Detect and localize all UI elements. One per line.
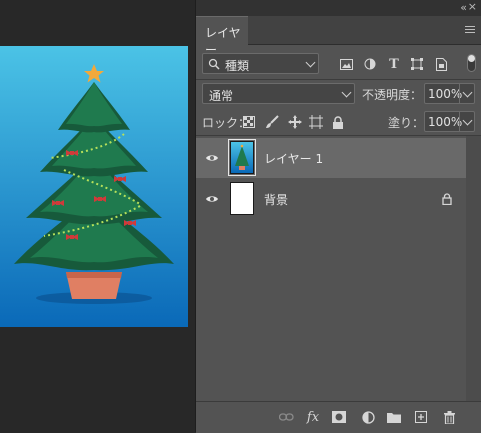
layer-name[interactable]: 背景 [264, 191, 288, 208]
opacity-value: 100% [428, 87, 463, 101]
chevron-down-icon [341, 87, 352, 98]
lock-image-icon[interactable] [264, 114, 280, 130]
new-layer-icon[interactable] [413, 409, 429, 425]
lock-row: ロック： 塗り： 100% [196, 110, 481, 134]
blend-mode-dropdown[interactable]: 通常 [202, 83, 355, 104]
filter-toggle-icon[interactable] [467, 54, 476, 72]
layer-thumbnail [230, 182, 254, 215]
shape-filter-icon[interactable] [409, 56, 425, 72]
chevron-down-icon [462, 87, 473, 98]
tab-layers[interactable]: レイヤー [196, 16, 248, 57]
chevron-down-icon [462, 115, 473, 126]
layer-row-background[interactable]: 背景 [196, 179, 466, 219]
lock-all-icon[interactable] [330, 114, 346, 130]
lock-position-icon[interactable] [287, 114, 303, 130]
document-canvas-area [0, 0, 195, 432]
layer-row-layer-1[interactable]: レイヤー 1 [196, 138, 466, 178]
adjustment-icon[interactable] [360, 409, 376, 425]
layers-bottom-toolbar: fx [196, 401, 481, 433]
chevron-down-icon [305, 57, 316, 68]
double-chevron-icon[interactable]: « [460, 1, 467, 14]
filter-kind-value: 種類 [225, 59, 250, 73]
lock-icon[interactable] [442, 193, 452, 205]
type-filter-icon[interactable]: T [386, 56, 402, 72]
layers-scrollbar[interactable] [466, 136, 481, 401]
layer-thumbnail [228, 139, 256, 176]
link-icon[interactable] [278, 409, 294, 425]
blend-mode-value: 通常 [209, 89, 234, 103]
eye-icon[interactable] [206, 193, 218, 205]
opacity-label: 不透明度： [362, 88, 423, 102]
layer-name[interactable]: レイヤー 1 [264, 150, 323, 167]
fill-value: 100% [428, 115, 463, 129]
image-filter-icon[interactable] [338, 56, 354, 72]
opacity-input[interactable]: 100% [424, 83, 475, 104]
eye-icon[interactable] [206, 152, 218, 164]
christmas-tree-artwork [0, 46, 188, 327]
layers-list: レイヤー 1 背景 [196, 136, 466, 401]
close-icon[interactable]: × [468, 0, 477, 13]
trash-icon[interactable] [441, 409, 457, 425]
lock-artboard-icon[interactable] [308, 114, 324, 130]
smart-object-filter-icon[interactable] [433, 56, 449, 72]
filter-row: 種類 T [196, 52, 481, 76]
folder-icon[interactable] [386, 409, 402, 425]
filter-kind-dropdown[interactable]: 種類 [202, 53, 319, 74]
fill-input[interactable]: 100% [424, 111, 475, 132]
blend-row: 通常 不透明度： 100% [196, 82, 481, 106]
search-icon [208, 58, 220, 70]
fx-icon[interactable]: fx [305, 409, 321, 425]
adjustment-filter-icon[interactable] [362, 56, 378, 72]
mask-icon[interactable] [331, 409, 347, 425]
panel-menu-icon[interactable] [465, 26, 475, 34]
divider [196, 79, 481, 80]
layers-panel: « × レイヤー 種類 T 通常 不透明度： 100% ロック： 塗り： 100… [195, 0, 481, 433]
panel-tab-bar: レイヤー [196, 16, 481, 57]
lock-transparent-icon[interactable] [241, 114, 257, 130]
panel-title-bar: « × [196, 0, 481, 16]
fill-label: 塗り： [388, 116, 425, 130]
